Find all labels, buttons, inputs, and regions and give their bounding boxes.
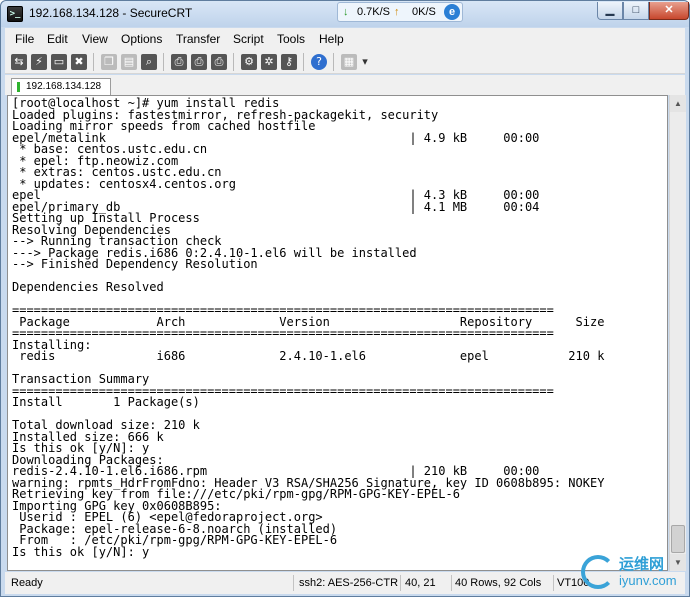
menu-bar: File Edit View Options Transfer Script T…: [5, 28, 685, 50]
find-icon[interactable]: ⌕: [141, 54, 157, 70]
toolbar-separator: [233, 53, 234, 71]
menu-help[interactable]: Help: [319, 32, 344, 46]
status-separator: [293, 575, 294, 591]
title-bar[interactable]: >_ 192.168.134.128 - SecureCRT ↓ 0.7K/S …: [1, 1, 689, 27]
download-arrow-icon: ↓: [343, 6, 349, 18]
securecrt-window: >_ 192.168.134.128 - SecureCRT ↓ 0.7K/S …: [0, 0, 690, 597]
session-options-icon[interactable]: ⚙: [241, 54, 257, 70]
watermark-logo: 运维网 iyunv.com: [581, 549, 689, 595]
securecrt-icon: >_: [7, 6, 23, 22]
help-icon[interactable]: ?: [311, 54, 327, 70]
connect-tab-icon[interactable]: ▭: [51, 54, 67, 70]
menu-script[interactable]: Script: [233, 32, 264, 46]
status-separator: [451, 575, 452, 591]
menu-options[interactable]: Options: [121, 32, 162, 46]
status-separator: [400, 575, 401, 591]
connected-status-icon: [17, 82, 20, 92]
browser-icon[interactable]: e: [444, 4, 460, 20]
session-tab-strip: 192.168.134.128: [5, 75, 685, 95]
toolbar-separator: [333, 53, 334, 71]
watermark-swirl-icon: [581, 555, 615, 589]
disconnect-icon[interactable]: ✖: [71, 54, 87, 70]
network-speed-widget: ↓ 0.7K/S ↑ 0K/S e: [337, 2, 463, 22]
close-button[interactable]: ✕: [649, 2, 689, 20]
status-protocol: ssh2: AES-256-CTR: [299, 577, 399, 589]
status-size: 40 Rows, 92 Cols: [455, 577, 542, 589]
status-separator: [553, 575, 554, 591]
terminal-line: Install 1 Package(s): [12, 395, 200, 409]
status-ready: Ready: [11, 577, 43, 589]
session-tab[interactable]: 192.168.134.128: [11, 78, 111, 95]
menu-file[interactable]: File: [15, 32, 34, 46]
toolbar-separator: [303, 53, 304, 71]
toolbar: ⇆ ⚡ ▭ ✖ ❐ ▤ ⌕ ⎙ ⎙ ⎙ ⚙ ✲ ⚷ ? ▦ ▾: [5, 50, 685, 74]
upload-speed: 0K/S: [412, 6, 436, 18]
menu-tools[interactable]: Tools: [277, 32, 305, 46]
minimize-button[interactable]: ▁: [597, 2, 623, 20]
sftp-icon[interactable]: ▦: [341, 54, 357, 70]
terminal-line: redis i686 2.4.10-1.el6 epel 210 k: [12, 349, 605, 363]
menu-transfer[interactable]: Transfer: [176, 32, 220, 46]
print-icon[interactable]: ⎙: [171, 54, 187, 70]
terminal-scrollbar[interactable]: ▲ ▼: [669, 95, 686, 571]
quick-connect-icon[interactable]: ⚡: [31, 54, 47, 70]
paste-icon[interactable]: ▤: [121, 54, 137, 70]
upload-arrow-icon: ↑: [394, 6, 400, 18]
watermark-cn: 运维网: [619, 555, 665, 573]
download-speed: 0.7K/S: [357, 6, 391, 18]
connect-icon[interactable]: ⇆: [11, 54, 27, 70]
toolbar-overflow-icon[interactable]: ▾: [361, 54, 369, 70]
scroll-up-icon[interactable]: ▲: [670, 95, 686, 112]
menu-view[interactable]: View: [82, 32, 108, 46]
terminal-pane[interactable]: [root@localhost ~]# yum install redis Loa…: [7, 95, 668, 571]
toolbar-separator: [93, 53, 94, 71]
window-title: 192.168.134.128 - SecureCRT: [29, 6, 193, 20]
toolbar-separator: [163, 53, 164, 71]
terminal-output: [root@localhost ~]# yum install redis Loa…: [12, 97, 605, 559]
global-options-icon[interactable]: ✲: [261, 54, 277, 70]
terminal-line: Dependencies Resolved: [12, 280, 164, 294]
session-tab-label: 192.168.134.128: [26, 81, 102, 92]
terminal-line: ========================================…: [12, 326, 554, 340]
maximize-button[interactable]: □: [623, 2, 649, 20]
terminal-line: Is this ok [y/N]: y: [12, 544, 150, 559]
watermark-url: iyunv.com: [619, 573, 677, 588]
print-setup-icon[interactable]: ⎙: [211, 54, 227, 70]
menu-edit[interactable]: Edit: [47, 32, 68, 46]
copy-icon[interactable]: ❐: [101, 54, 117, 70]
terminal-line: --> Finished Dependency Resolution: [12, 257, 258, 271]
print-selection-icon[interactable]: ⎙: [191, 54, 207, 70]
status-cursor: 40, 21: [405, 577, 436, 589]
keymap-icon[interactable]: ⚷: [281, 54, 297, 70]
